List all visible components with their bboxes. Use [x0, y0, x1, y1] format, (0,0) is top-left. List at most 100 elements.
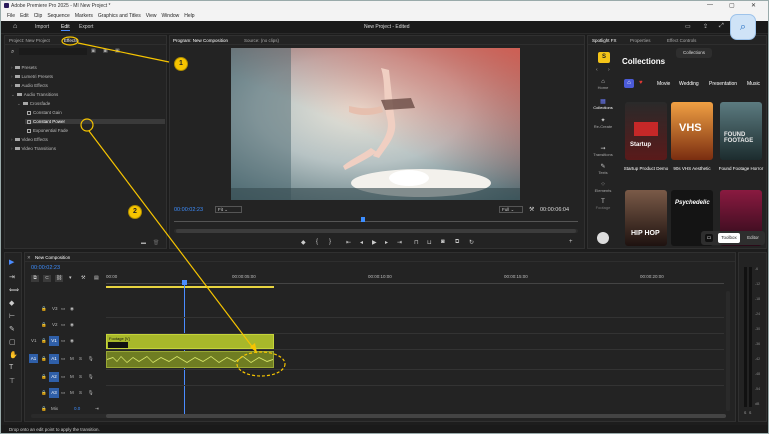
fit-dropdown[interactable]: Fit ⌄: [215, 206, 242, 213]
comparison-view-icon[interactable]: ⧉: [455, 239, 459, 246]
32bit-effects-icon[interactable]: ▣: [103, 48, 108, 54]
profile-avatar[interactable]: [597, 232, 609, 244]
track-name[interactable]: V1: [49, 336, 59, 346]
fullscreen-icon[interactable]: ⤢: [719, 23, 724, 30]
category-presentation[interactable]: Presentation: [709, 81, 737, 87]
tab-import[interactable]: Import: [35, 24, 49, 30]
pen-tool-icon[interactable]: ✎: [9, 325, 15, 333]
menu-graphics[interactable]: Graphics and Titles: [98, 13, 141, 19]
sync-icon[interactable]: ▭: [61, 338, 65, 344]
tab-source[interactable]: Source: (no clips): [244, 38, 279, 43]
menu-help[interactable]: Help: [184, 13, 194, 19]
tab-spotlight-fx[interactable]: Spotlight FX: [592, 38, 617, 43]
lock-icon[interactable]: 🔒: [41, 356, 47, 362]
forward-icon[interactable]: ›: [608, 67, 610, 73]
tab-properties[interactable]: Properties: [630, 38, 651, 43]
playhead-bar[interactable]: [174, 221, 578, 222]
step-back-icon[interactable]: ◂: [360, 239, 363, 246]
workspaces-icon[interactable]: ▭: [685, 23, 691, 30]
collections-button[interactable]: Collections: [676, 48, 712, 58]
tab-effect-controls[interactable]: Effect Controls: [667, 38, 696, 43]
menu-clip[interactable]: Clip: [34, 13, 43, 19]
program-current-time[interactable]: 00:00:02:23: [174, 207, 203, 213]
lift-icon[interactable]: ⊓: [414, 239, 419, 246]
tab-export[interactable]: Export: [79, 24, 93, 30]
playhead-handle[interactable]: [182, 280, 187, 285]
solo-button[interactable]: S: [79, 374, 82, 379]
nav-elements[interactable]: ⁘ Elements: [591, 181, 615, 193]
collection-card-startup[interactable]: Startup: [625, 102, 667, 160]
maximize-button[interactable]: ▢: [729, 2, 735, 9]
snap-icon[interactable]: ⊂: [43, 275, 51, 282]
tab-edit[interactable]: Edit: [61, 24, 70, 31]
nav-texts[interactable]: ✎ Texts: [591, 163, 615, 175]
collection-card-hiphop[interactable]: HIP HOP: [625, 190, 667, 246]
tab-effects[interactable]: Effects: [64, 38, 78, 43]
tab-program[interactable]: Program: New Composition: [173, 38, 228, 43]
nav-footage[interactable]: T Footage: [591, 199, 615, 210]
sync-icon[interactable]: ▭: [61, 374, 65, 380]
delete-icon[interactable]: 🗑: [153, 240, 159, 246]
mix-value[interactable]: 0.0: [74, 406, 80, 411]
category-movie[interactable]: Movie: [657, 81, 670, 87]
add-marker-icon[interactable]: ◆: [301, 239, 306, 246]
tab-sequence[interactable]: New Composition: [35, 255, 70, 260]
vertical-type-icon[interactable]: ⊤: [9, 377, 15, 385]
selection-tool-icon[interactable]: ▶: [9, 258, 14, 266]
share-icon[interactable]: ⇪: [703, 23, 708, 30]
tree-item-crossfade[interactable]: ⌄ Crossfade: [17, 101, 50, 107]
close-icon[interactable]: ✕: [27, 255, 31, 261]
effects-search-input[interactable]: [19, 48, 87, 55]
add-marker-icon[interactable]: ▾: [69, 275, 72, 281]
mic-icon[interactable]: 🎙: [88, 356, 94, 362]
hand-tool-icon[interactable]: ✋: [9, 351, 18, 359]
tree-item-constant-gain[interactable]: Constant Gain: [27, 110, 62, 115]
source-patch-a1[interactable]: A1: [29, 354, 38, 363]
solo-left-button[interactable]: S: [744, 411, 746, 415]
nav-collections[interactable]: ▦ Collections: [591, 98, 615, 110]
wrench-icon[interactable]: ⚒: [529, 206, 534, 213]
step-forward-icon[interactable]: ▸: [385, 239, 388, 246]
mark-out-icon[interactable]: }: [329, 239, 331, 245]
track-select-icon[interactable]: ⇥: [9, 273, 15, 281]
captions-icon[interactable]: ▤: [94, 275, 99, 281]
play-icon[interactable]: ▶: [372, 239, 377, 246]
tree-item-audio-transitions[interactable]: ⌄ Audio Transitions: [11, 92, 58, 98]
menu-view[interactable]: View: [146, 13, 157, 19]
quality-dropdown[interactable]: Full ⌄: [499, 206, 523, 213]
toolbox-button[interactable]: Toolbox: [718, 233, 740, 243]
back-icon[interactable]: ‹: [596, 67, 598, 73]
nav-transitions[interactable]: ⇝ Transitions: [591, 145, 615, 157]
mute-button[interactable]: M: [70, 374, 74, 379]
timeline-scroll-thumb[interactable]: [106, 414, 726, 418]
menu-markers[interactable]: Markers: [75, 13, 93, 19]
nav-recreate[interactable]: ✦ Re-Create: [591, 117, 615, 129]
mark-in-icon[interactable]: {: [316, 239, 318, 245]
type-tool-icon[interactable]: T: [9, 364, 13, 371]
nest-icon[interactable]: ⧉: [31, 275, 39, 282]
category-home-icon[interactable]: ⌂: [624, 79, 634, 88]
rectangle-tool-icon[interactable]: ▢: [9, 338, 16, 346]
tree-item-exponential-fade[interactable]: Exponential Fade: [27, 128, 68, 133]
eye-icon[interactable]: ◉: [70, 306, 74, 312]
lock-icon[interactable]: 🔒: [41, 374, 47, 380]
sync-icon[interactable]: ▭: [61, 356, 65, 362]
timeline-current-time[interactable]: 00:00:02:23: [31, 265, 60, 271]
search-icon[interactable]: ⌕: [11, 49, 14, 56]
go-to-out-icon[interactable]: ⇥: [397, 239, 402, 246]
tree-item-video-transitions[interactable]: › Video Transitions: [11, 146, 56, 151]
mute-button[interactable]: M: [70, 390, 74, 395]
track-name[interactable]: A3: [49, 388, 59, 398]
track-name[interactable]: A1: [49, 354, 59, 364]
tab-project[interactable]: Project: New Project: [9, 38, 50, 43]
minimize-button[interactable]: —: [707, 2, 713, 8]
work-area-bar[interactable]: [106, 286, 274, 288]
tree-item-constant-power[interactable]: Constant Power: [25, 119, 165, 124]
favorites-icon[interactable]: ♥: [639, 80, 643, 86]
home-icon[interactable]: ⌂: [13, 23, 17, 30]
tree-item-presets[interactable]: › Presets: [11, 65, 37, 70]
lock-icon[interactable]: 🔒: [41, 322, 47, 328]
slip-tool-icon[interactable]: ⊢: [9, 312, 15, 320]
tree-item-audio-effects[interactable]: › Audio Effects: [11, 83, 48, 88]
sync-icon[interactable]: ▭: [61, 322, 65, 328]
